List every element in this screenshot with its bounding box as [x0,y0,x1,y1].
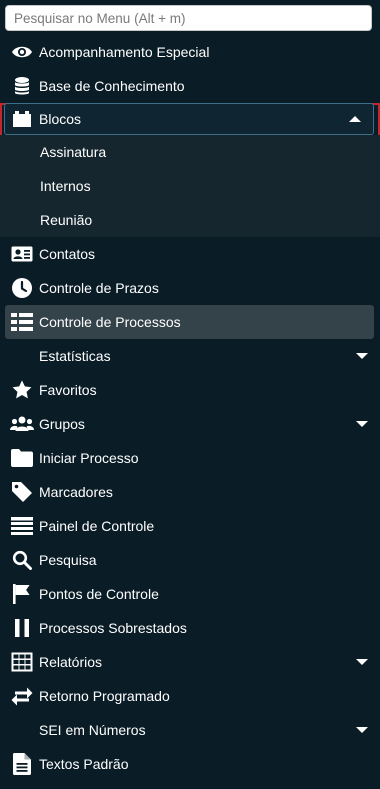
side-menu: Acompanhamento Especial Base de Conhecim… [0,35,380,781]
menu-item-controle-de-prazos[interactable]: Controle de Prazos [0,271,380,305]
menu-item-label: Retorno Programado [39,688,170,704]
document-icon [10,752,34,776]
menu-search [5,5,372,31]
menu-item-label: Painel de Controle [39,518,155,534]
exchange-icon [10,684,34,708]
submenu-item-label: Reunião [40,212,93,228]
menu-item-label: Estatísticas [39,348,111,364]
menu-item-painel-de-controle[interactable]: Painel de Controle [0,509,380,543]
menu-item-contatos[interactable]: Contatos [0,237,380,271]
menu-item-label: SEI em Números [39,722,146,738]
menu-item-label: Grupos [39,416,85,432]
submenu-item-reuniao[interactable]: Reunião [0,203,380,237]
blocos-group: Blocos Assinatura [0,103,380,171]
menu-item-label: Pontos de Controle [39,586,159,602]
menu-item-acompanhamento-especial[interactable]: Acompanhamento Especial [0,35,380,69]
menu-item-label: Acompanhamento Especial [39,44,210,60]
menu-item-base-de-conhecimento[interactable]: Base de Conhecimento [0,69,380,103]
menu-item-retorno-programado[interactable]: Retorno Programado [0,679,380,713]
menu-item-label: Contatos [39,246,96,262]
menu-item-processos-sobrestados[interactable]: Processos Sobrestados [0,611,380,645]
menu-item-label: Controle de Prazos [39,280,159,296]
table-icon [10,650,34,674]
menu-item-pontos-de-controle[interactable]: Pontos de Controle [0,577,380,611]
chevron-down-icon [356,727,368,733]
submenu-item-label: Assinatura [40,144,107,160]
chevron-down-icon [356,659,368,665]
search-input[interactable] [5,5,372,31]
menu-item-textos-padrao[interactable]: Textos Padrão [0,747,380,781]
menu-item-favoritos[interactable]: Favoritos [0,373,380,407]
menu-item-estatisticas[interactable]: Estatísticas [0,339,380,373]
menu-item-pesquisa[interactable]: Pesquisa [0,543,380,577]
menu-item-relatorios[interactable]: Relatórios [0,645,380,679]
menu-item-label: Pesquisa [39,552,97,568]
tag-icon [10,480,34,504]
chevron-up-icon [349,116,361,122]
menu-item-grupos[interactable]: Grupos [0,407,380,441]
menu-item-label: Relatórios [39,654,103,670]
menu-item-label: Controle de Processos [39,314,181,330]
menu-item-label: Processos Sobrestados [39,620,187,636]
chevron-down-icon [356,353,368,359]
menu-item-label: Favoritos [39,382,97,398]
clock-icon [10,276,34,300]
database-icon [10,74,34,98]
flag-icon [10,582,34,606]
menu-item-controle-de-processos[interactable]: Controle de Processos [5,305,374,339]
search-icon [10,548,34,572]
menu-item-label: Marcadores [39,484,113,500]
star-icon [10,378,34,402]
contact-card-icon [10,242,34,266]
submenu-item-assinatura[interactable]: Assinatura [0,135,380,169]
menu-item-sei-em-numeros[interactable]: SEI em Números [0,713,380,747]
list-icon [10,310,34,334]
pause-icon [10,616,34,640]
menu-item-blocos[interactable]: Blocos [4,103,374,135]
chevron-down-icon [356,421,368,427]
submenu-item-label: Internos [40,178,91,194]
panel-icon [10,514,34,538]
users-icon [10,412,34,436]
folder-icon [10,446,34,470]
menu-item-label: Blocos [39,111,82,127]
menu-item-label: Base de Conhecimento [39,78,185,94]
menu-item-label: Iniciar Processo [39,450,139,466]
menu-item-label: Textos Padrão [39,756,129,772]
submenu-item-internos[interactable]: Internos [0,169,380,203]
menu-item-iniciar-processo[interactable]: Iniciar Processo [0,441,380,475]
block-icon [10,107,34,131]
menu-item-marcadores[interactable]: Marcadores [0,475,380,509]
eye-icon [10,40,34,64]
